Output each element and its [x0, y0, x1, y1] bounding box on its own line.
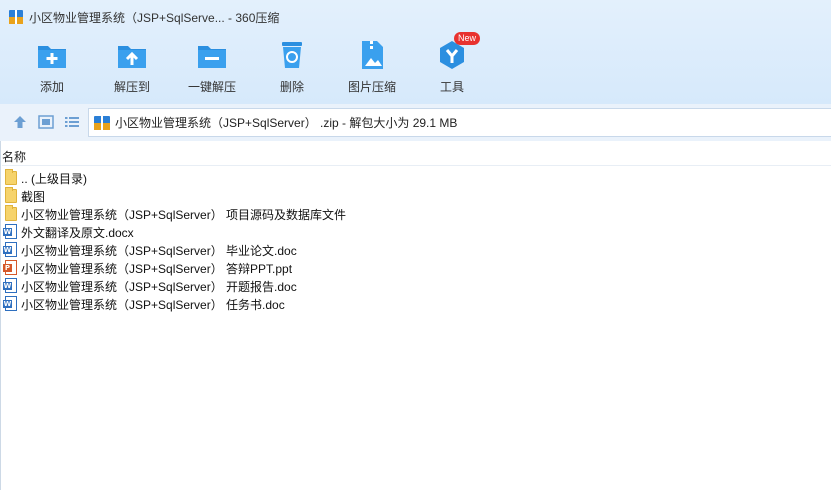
list-item[interactable]: .. (上级目录)	[1, 169, 831, 187]
word-file-icon: W	[3, 278, 18, 294]
image-compress-icon	[355, 38, 389, 72]
powerpoint-file-icon: P	[3, 260, 18, 276]
header-divider	[2, 165, 831, 166]
navigation-bar: 小区物业管理系统（JSP+SqlServer） .zip - 解包大小为 29.…	[0, 104, 831, 141]
one-click-extract-icon	[195, 38, 229, 72]
word-file-icon: W	[3, 296, 18, 312]
list-item[interactable]: 小区物业管理系统（JSP+SqlServer） 项目源码及数据库文件	[1, 205, 831, 223]
file-name: 截图	[21, 189, 46, 204]
file-name: 小区物业管理系统（JSP+SqlServer） 答辩PPT.ppt	[21, 261, 293, 276]
one-click-extract-label: 一键解压	[187, 80, 236, 94]
image-compress-label: 图片压缩	[347, 80, 396, 94]
image-compress-button[interactable]: 图片压缩	[332, 34, 412, 98]
file-list: 名称 .. (上级目录) 截图小区物业管理系统（JSP+SqlServer） 项目…	[0, 141, 831, 490]
up-level-button[interactable]	[11, 113, 29, 131]
file-name: 小区物业管理系统（JSP+SqlServer） 项目源码及数据库文件	[21, 207, 347, 222]
file-name: 小区物业管理系统（JSP+SqlServer） 开题报告.doc	[21, 279, 297, 294]
list-item[interactable]: W 小区物业管理系统（JSP+SqlServer） 任务书.doc	[1, 295, 831, 313]
add-button[interactable]: 添加	[12, 34, 92, 98]
archive-path: 小区物业管理系统（JSP+SqlServer） .zip - 解包大小为 29.…	[115, 116, 458, 130]
tools-button[interactable]: 工具	[412, 34, 492, 98]
thumbnail-view-button[interactable]	[37, 113, 55, 131]
folder-icon	[4, 169, 18, 186]
window-title: 小区物业管理系统（JSP+SqlServe... - 360压缩	[29, 10, 280, 25]
list-item[interactable]: W 小区物业管理系统（JSP+SqlServer） 开题报告.doc	[1, 277, 831, 295]
file-name: 小区物业管理系统（JSP+SqlServer） 任务书.doc	[21, 297, 285, 312]
word-file-icon: W	[3, 242, 18, 258]
folder-icon	[4, 187, 18, 204]
extract-to-icon	[115, 38, 149, 72]
list-item[interactable]: 截图	[1, 187, 831, 205]
delete-icon	[275, 38, 309, 72]
zip-archive-icon	[94, 115, 110, 131]
list-view-icon	[65, 117, 79, 127]
add-icon	[35, 38, 69, 72]
word-file-icon: W	[3, 224, 18, 240]
file-name: 外文翻译及原文.docx	[21, 225, 134, 240]
toolbar: 添加 解压到 一键解压 删除 图片压缩 工具 New	[0, 32, 831, 98]
list-view-button[interactable]	[63, 113, 81, 131]
arrow-up-icon	[14, 116, 26, 128]
app-logo-icon	[9, 10, 23, 24]
delete-label: 删除	[279, 80, 304, 94]
list-item[interactable]: P 小区物业管理系统（JSP+SqlServer） 答辩PPT.ppt	[1, 259, 831, 277]
list-item[interactable]: W 小区物业管理系统（JSP+SqlServer） 毕业论文.doc	[1, 241, 831, 259]
list-item[interactable]: W 外文翻译及原文.docx	[1, 223, 831, 241]
new-badge: New	[454, 32, 480, 45]
thumbnail-view-icon	[38, 115, 54, 129]
file-rows: .. (上级目录) 截图小区物业管理系统（JSP+SqlServer） 项目源码及…	[1, 169, 831, 313]
column-header-name[interactable]: 名称	[2, 148, 26, 165]
one-click-extract-button[interactable]: 一键解压	[172, 34, 252, 98]
add-label: 添加	[39, 80, 64, 94]
delete-button[interactable]: 删除	[252, 34, 332, 98]
file-name: 小区物业管理系统（JSP+SqlServer） 毕业论文.doc	[21, 243, 297, 258]
extract-to-button[interactable]: 解压到	[92, 34, 172, 98]
header-area: 小区物业管理系统（JSP+SqlServe... - 360压缩 添加 解压到 …	[0, 0, 831, 104]
folder-icon	[4, 205, 18, 222]
address-bar[interactable]: 小区物业管理系统（JSP+SqlServer） .zip - 解包大小为 29.…	[88, 108, 831, 137]
file-name: .. (上级目录)	[21, 171, 87, 186]
extract-to-label: 解压到	[113, 80, 150, 94]
title-bar: 小区物业管理系统（JSP+SqlServe... - 360压缩	[0, 0, 831, 34]
tools-label: 工具	[439, 80, 464, 94]
